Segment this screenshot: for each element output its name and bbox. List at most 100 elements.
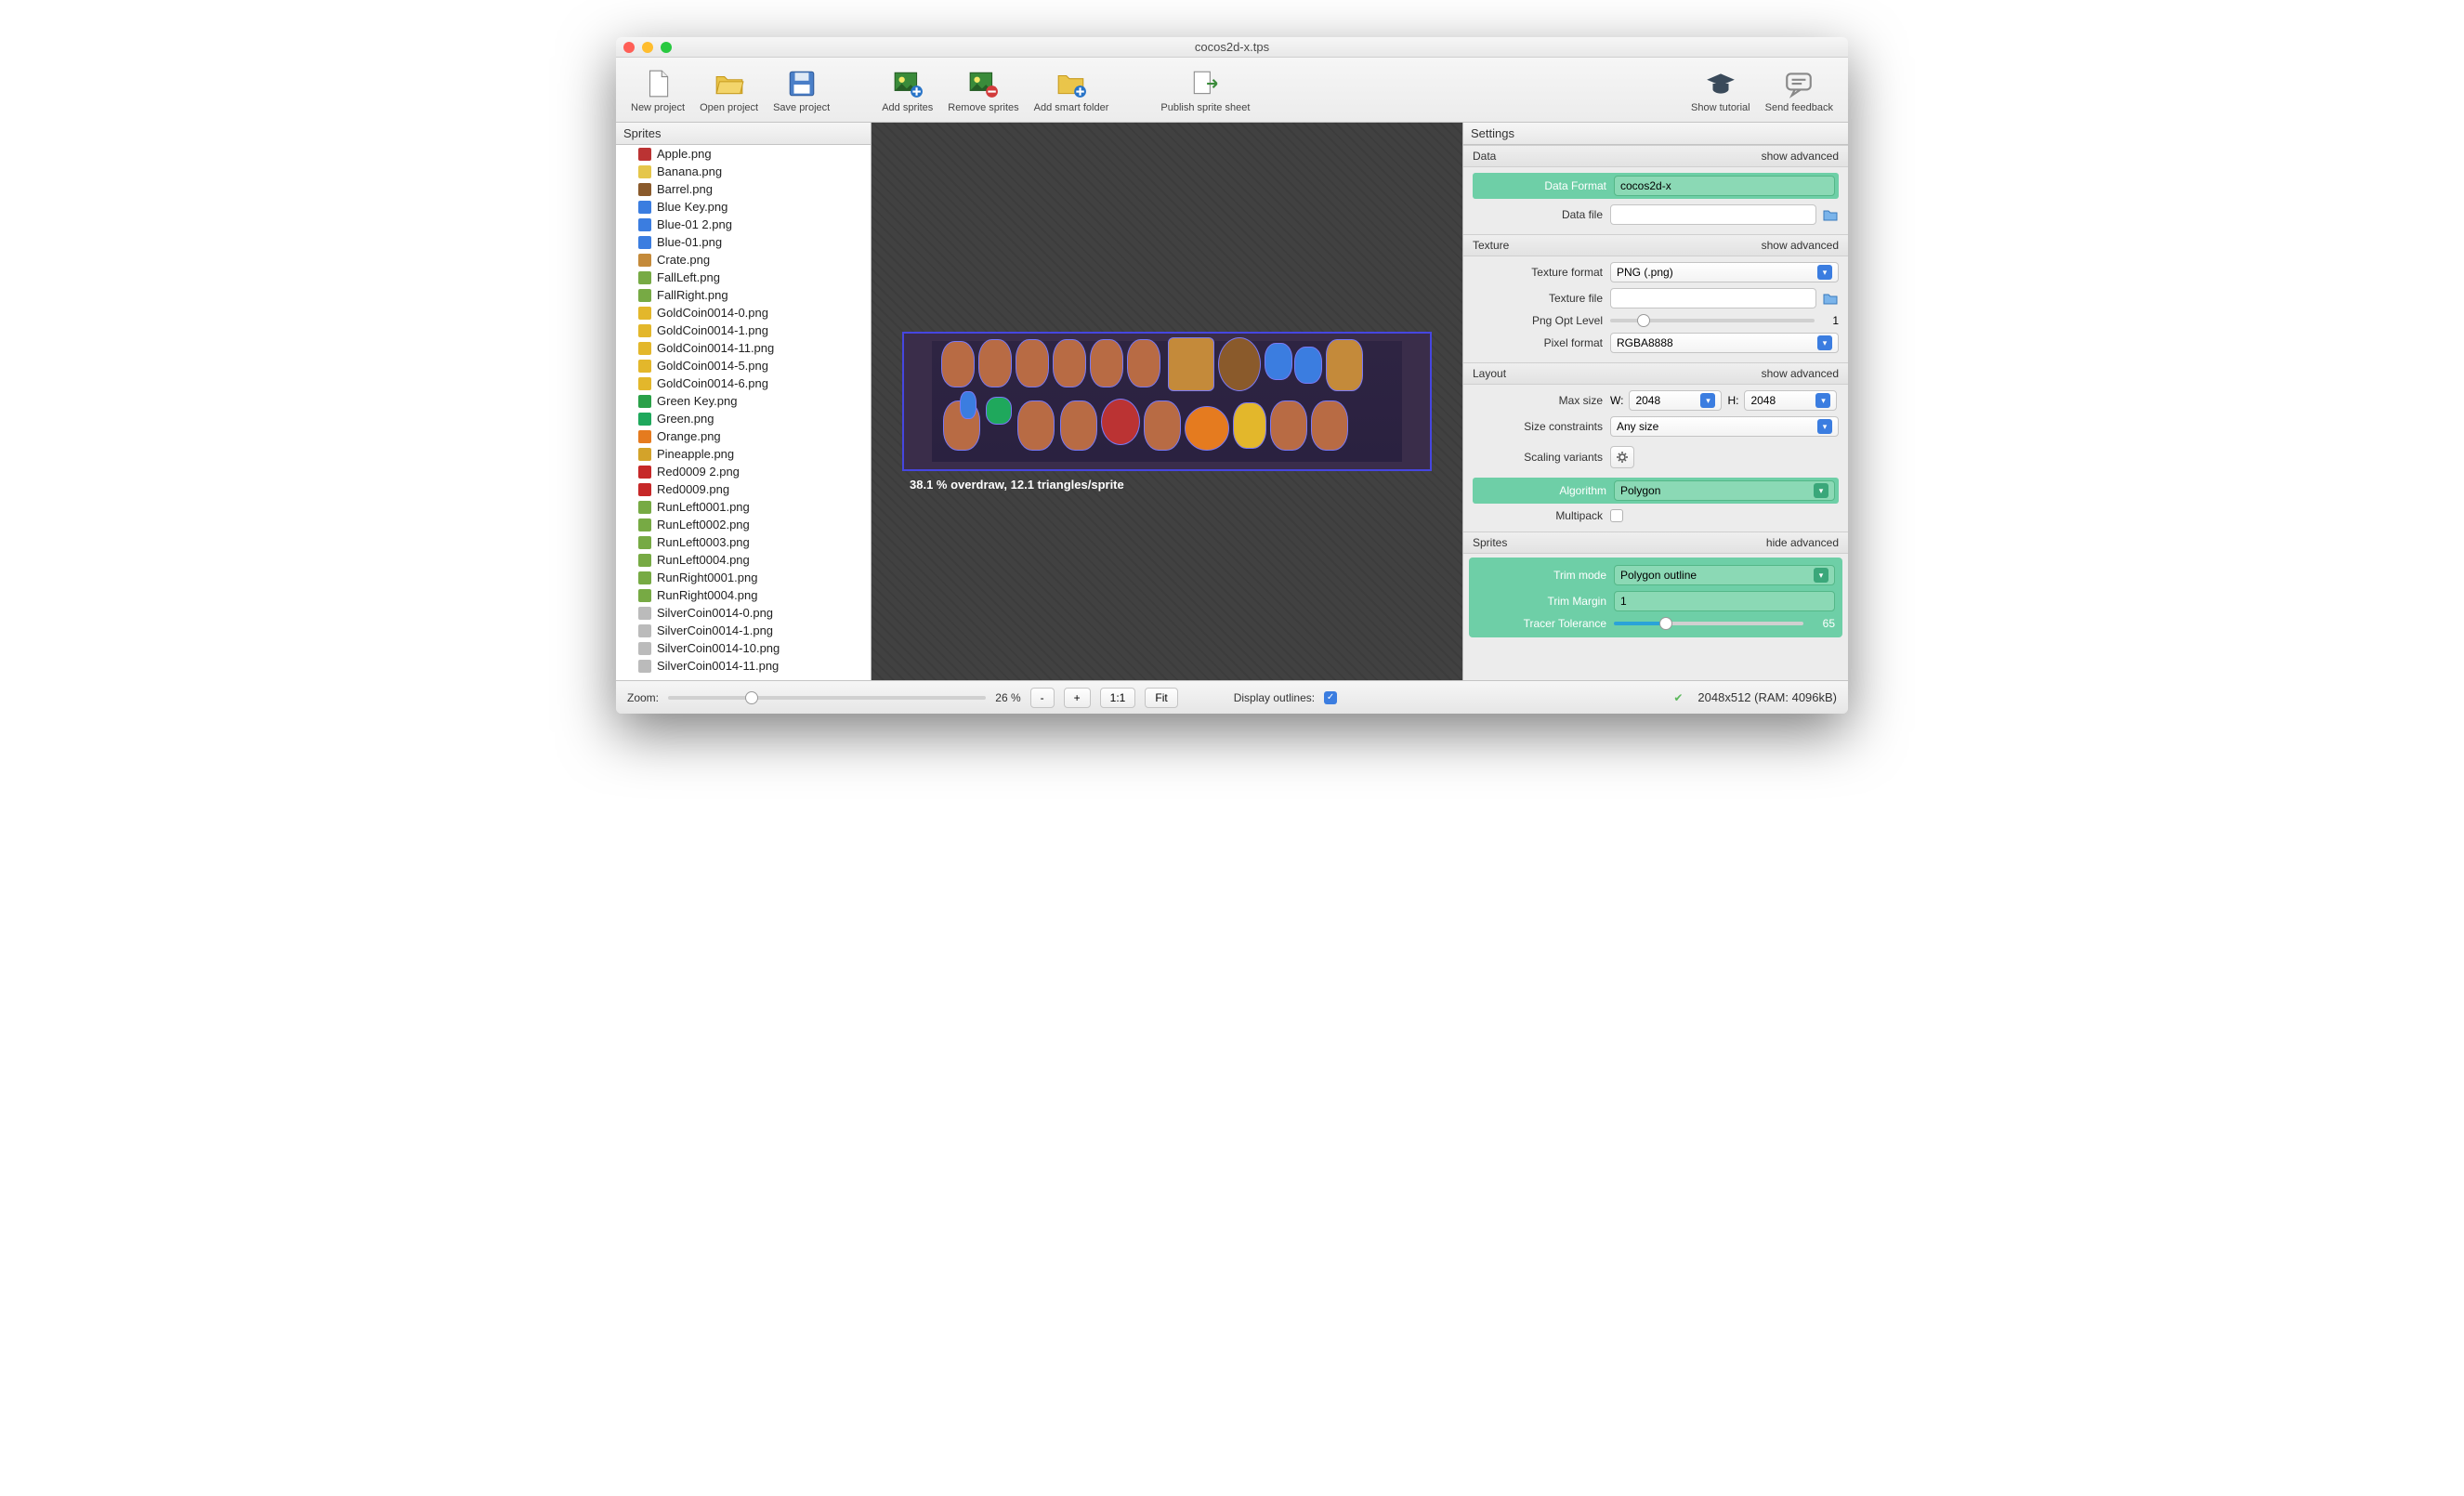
sprite-list-item[interactable]: RunLeft0004.png	[616, 551, 871, 569]
pixel-format-dropdown[interactable]: RGBA8888 ▾	[1610, 333, 1839, 353]
settings-panel-header: Settings	[1463, 123, 1848, 145]
zoom-fit-button[interactable]: Fit	[1145, 688, 1177, 708]
chevron-down-icon: ▾	[1700, 393, 1715, 408]
sprite-list-item[interactable]: RunRight0001.png	[616, 569, 871, 586]
zoom-in-button[interactable]: +	[1064, 688, 1091, 708]
sprite-list-item[interactable]: Pineapple.png	[616, 445, 871, 463]
sprite-list-item[interactable]: Red0009 2.png	[616, 463, 871, 480]
sprite-list-item[interactable]: RunRight0004.png	[616, 586, 871, 604]
show-tutorial-button[interactable]: Show tutorial	[1684, 63, 1758, 117]
sprite-item-label: Orange.png	[657, 429, 721, 443]
sprite-list-item[interactable]: SilverCoin0014-0.png	[616, 604, 871, 622]
sprite-item-label: RunLeft0003.png	[657, 535, 750, 549]
data-show-advanced-link[interactable]: show advanced	[1762, 150, 1839, 163]
size-constraints-dropdown[interactable]: Any size ▾	[1610, 416, 1839, 437]
canvas-viewport[interactable]: 38.1 % overdraw, 12.1 triangles/sprite	[872, 123, 1462, 680]
trim-margin-input[interactable]	[1614, 591, 1835, 611]
graduation-cap-icon	[1704, 67, 1737, 100]
add-smart-folder-button[interactable]: Add smart folder	[1027, 63, 1117, 117]
sprite-list-item[interactable]: Green.png	[616, 410, 871, 427]
sprite-list-item[interactable]: SilverCoin0014-11.png	[616, 657, 871, 675]
floppy-icon	[785, 67, 819, 100]
data-file-browse-button[interactable]	[1822, 206, 1839, 223]
sprite-list-item[interactable]: Barrel.png	[616, 180, 871, 198]
sprite-item-label: RunLeft0001.png	[657, 500, 750, 514]
sprite-list-item[interactable]: Red0009.png	[616, 480, 871, 498]
sprites-hide-advanced-link[interactable]: hide advanced	[1766, 536, 1839, 549]
sprite-item-label: RunRight0004.png	[657, 588, 757, 602]
folder-icon	[1823, 208, 1838, 221]
texture-section-header: Texture show advanced	[1463, 234, 1848, 256]
sprite-list-item[interactable]: Apple.png	[616, 145, 871, 163]
add-sprites-button[interactable]: Add sprites	[874, 63, 940, 117]
sprites-list[interactable]: Apple.pngBanana.png Barrel.pngBlue Key.pn…	[616, 145, 871, 680]
texture-file-browse-button[interactable]	[1822, 290, 1839, 307]
data-format-dropdown[interactable]: cocos2d-x	[1614, 176, 1835, 196]
sprite-item-label: FallRight.png	[657, 288, 728, 302]
sprite-list-item[interactable]: SilverCoin0014-10.png	[616, 639, 871, 657]
document-icon	[641, 67, 675, 100]
texture-format-dropdown[interactable]: PNG (.png) ▾	[1610, 262, 1839, 282]
multipack-checkbox[interactable]	[1610, 509, 1623, 522]
new-project-button[interactable]: New project	[623, 63, 692, 117]
max-height-dropdown[interactable]: 2048 ▾	[1744, 390, 1837, 411]
png-opt-slider[interactable]	[1610, 319, 1815, 322]
sprite-item-label: RunLeft0002.png	[657, 518, 750, 531]
publish-button[interactable]: Publish sprite sheet	[1153, 63, 1257, 117]
status-info: 2048x512 (RAM: 4096kB)	[1697, 690, 1837, 704]
zoom-out-button[interactable]: -	[1030, 688, 1055, 708]
send-feedback-button[interactable]: Send feedback	[1758, 63, 1841, 117]
sprite-list-item[interactable]: GoldCoin0014-11.png	[616, 339, 871, 357]
folder-icon	[1823, 292, 1838, 305]
max-width-dropdown[interactable]: 2048 ▾	[1629, 390, 1722, 411]
texture-show-advanced-link[interactable]: show advanced	[1762, 239, 1839, 252]
chevron-down-icon: ▾	[1815, 393, 1830, 408]
sprite-item-label: SilverCoin0014-10.png	[657, 641, 780, 655]
remove-sprites-button[interactable]: Remove sprites	[940, 63, 1026, 117]
sprite-list-item[interactable]: Blue-01.png	[616, 233, 871, 251]
zoom-slider[interactable]	[668, 696, 986, 700]
sprite-list-item[interactable]: Banana.png	[616, 163, 871, 180]
image-plus-icon	[891, 67, 924, 100]
open-project-button[interactable]: Open project	[692, 63, 766, 117]
sprite-list-item[interactable]: Orange.png	[616, 427, 871, 445]
layout-show-advanced-link[interactable]: show advanced	[1762, 367, 1839, 380]
sprite-list-item[interactable]: GoldCoin0014-0.png	[616, 304, 871, 322]
sprite-thumb-icon	[638, 236, 651, 249]
sprite-item-label: Red0009.png	[657, 482, 729, 496]
save-project-button[interactable]: Save project	[766, 63, 837, 117]
display-outlines-checkbox[interactable]: ✓	[1324, 691, 1337, 704]
sprite-list-item[interactable]: GoldCoin0014-5.png	[616, 357, 871, 374]
scaling-variants-button[interactable]	[1610, 446, 1634, 468]
sprite-item-label: Banana.png	[657, 164, 722, 178]
sprite-list-item[interactable]: Blue Key.png	[616, 198, 871, 216]
sprite-list-item[interactable]: Green Key.png	[616, 392, 871, 410]
trim-mode-dropdown[interactable]: Polygon outline ▾	[1614, 565, 1835, 585]
sprite-item-label: RunRight0001.png	[657, 571, 757, 584]
sprite-list-item[interactable]: RunLeft0003.png	[616, 533, 871, 551]
tracer-tolerance-slider[interactable]	[1614, 622, 1803, 625]
sprite-item-label: Red0009 2.png	[657, 465, 740, 479]
status-bar: Zoom: 26 % - + 1:1 Fit Display outlines:…	[616, 680, 1848, 714]
sprite-list-item[interactable]: Blue-01 2.png	[616, 216, 871, 233]
sprite-thumb-icon	[638, 377, 651, 390]
sprite-list-item[interactable]: SilverCoin0014-1.png	[616, 622, 871, 639]
sprite-list-item[interactable]: RunLeft0001.png	[616, 498, 871, 516]
sprite-list-item[interactable]: GoldCoin0014-1.png	[616, 322, 871, 339]
sprite-thumb-icon	[638, 483, 651, 496]
toolbar: New project Open project Save project Ad…	[616, 58, 1848, 123]
display-outlines-label: Display outlines:	[1234, 691, 1315, 704]
sprite-item-label: Green.png	[657, 412, 714, 426]
sprite-thumb-icon	[638, 324, 651, 337]
sprite-list-item[interactable]: FallLeft.png	[616, 269, 871, 286]
sprite-list-item[interactable]: Crate.png	[616, 251, 871, 269]
zoom-actual-button[interactable]: 1:1	[1100, 688, 1136, 708]
texture-file-input[interactable]	[1610, 288, 1816, 308]
sprite-list-item[interactable]: RunLeft0002.png	[616, 516, 871, 533]
sprite-list-item[interactable]: FallRight.png	[616, 286, 871, 304]
sprite-list-item[interactable]: GoldCoin0014-6.png	[616, 374, 871, 392]
algorithm-dropdown[interactable]: Polygon ▾	[1614, 480, 1835, 501]
sprite-thumb-icon	[638, 466, 651, 479]
sprite-item-label: SilverCoin0014-1.png	[657, 623, 773, 637]
data-file-input[interactable]	[1610, 204, 1816, 225]
